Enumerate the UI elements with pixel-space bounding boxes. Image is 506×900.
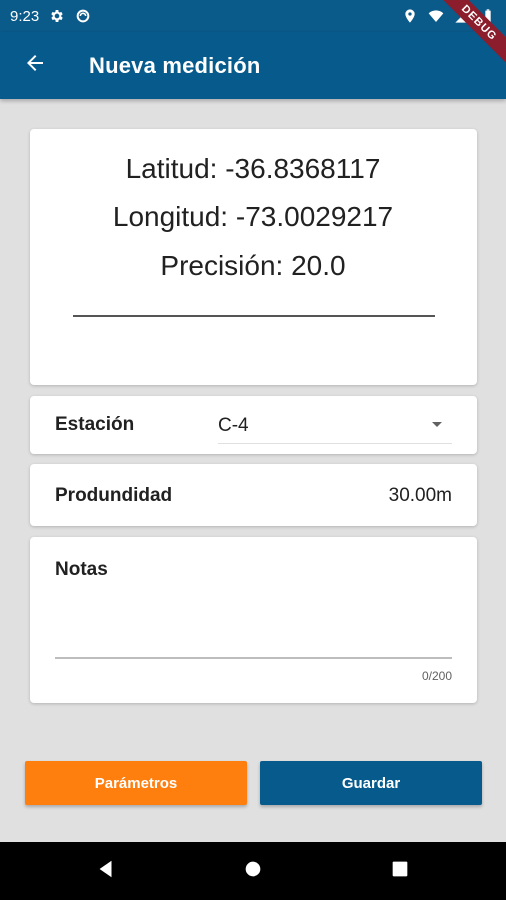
station-label: Estación: [55, 414, 135, 435]
depth-value[interactable]: 30.00m: [389, 485, 452, 507]
coordinates-divider: [73, 315, 435, 317]
notes-label: Notas: [55, 559, 108, 580]
wifi-icon: [428, 8, 444, 24]
navigation-bar: [0, 842, 506, 900]
precision-text: Precisión: 20.0: [160, 250, 346, 281]
screen: 9:23 Nueva medición DEBUG Latitud: -36.8…: [0, 0, 506, 900]
nav-home-icon: [242, 858, 264, 885]
dropdown-arrow-icon: [432, 422, 442, 427]
station-dropdown[interactable]: C-4: [218, 406, 452, 444]
location-icon: [402, 8, 418, 24]
nav-home-button[interactable]: [223, 842, 283, 900]
nav-recent-button[interactable]: [370, 842, 430, 900]
notes-counter: 0/200: [421, 669, 452, 683]
nav-back-icon: [95, 858, 117, 885]
notes-input[interactable]: [55, 590, 452, 657]
nav-recent-icon: [389, 858, 411, 885]
notes-underline: [55, 657, 452, 659]
save-button[interactable]: Guardar: [260, 761, 482, 805]
latitude-text: Latitud: -36.8368117: [125, 153, 381, 184]
gear-icon: [49, 8, 65, 24]
status-bar: 9:23: [0, 0, 506, 32]
depth-label: Produndidad: [55, 485, 173, 506]
longitude-text: Longitud: -73.0029217: [112, 201, 394, 232]
sync-icon: [75, 8, 91, 24]
status-time: 9:23: [10, 7, 40, 25]
app-bar: Nueva medición: [0, 32, 506, 99]
arrow-back-icon: [23, 51, 47, 80]
parameters-button[interactable]: Parámetros: [25, 761, 247, 805]
nav-back-button[interactable]: [76, 842, 136, 900]
page-title: Nueva medición: [89, 52, 261, 78]
station-value: C-4: [218, 415, 249, 436]
back-button[interactable]: [0, 32, 70, 99]
